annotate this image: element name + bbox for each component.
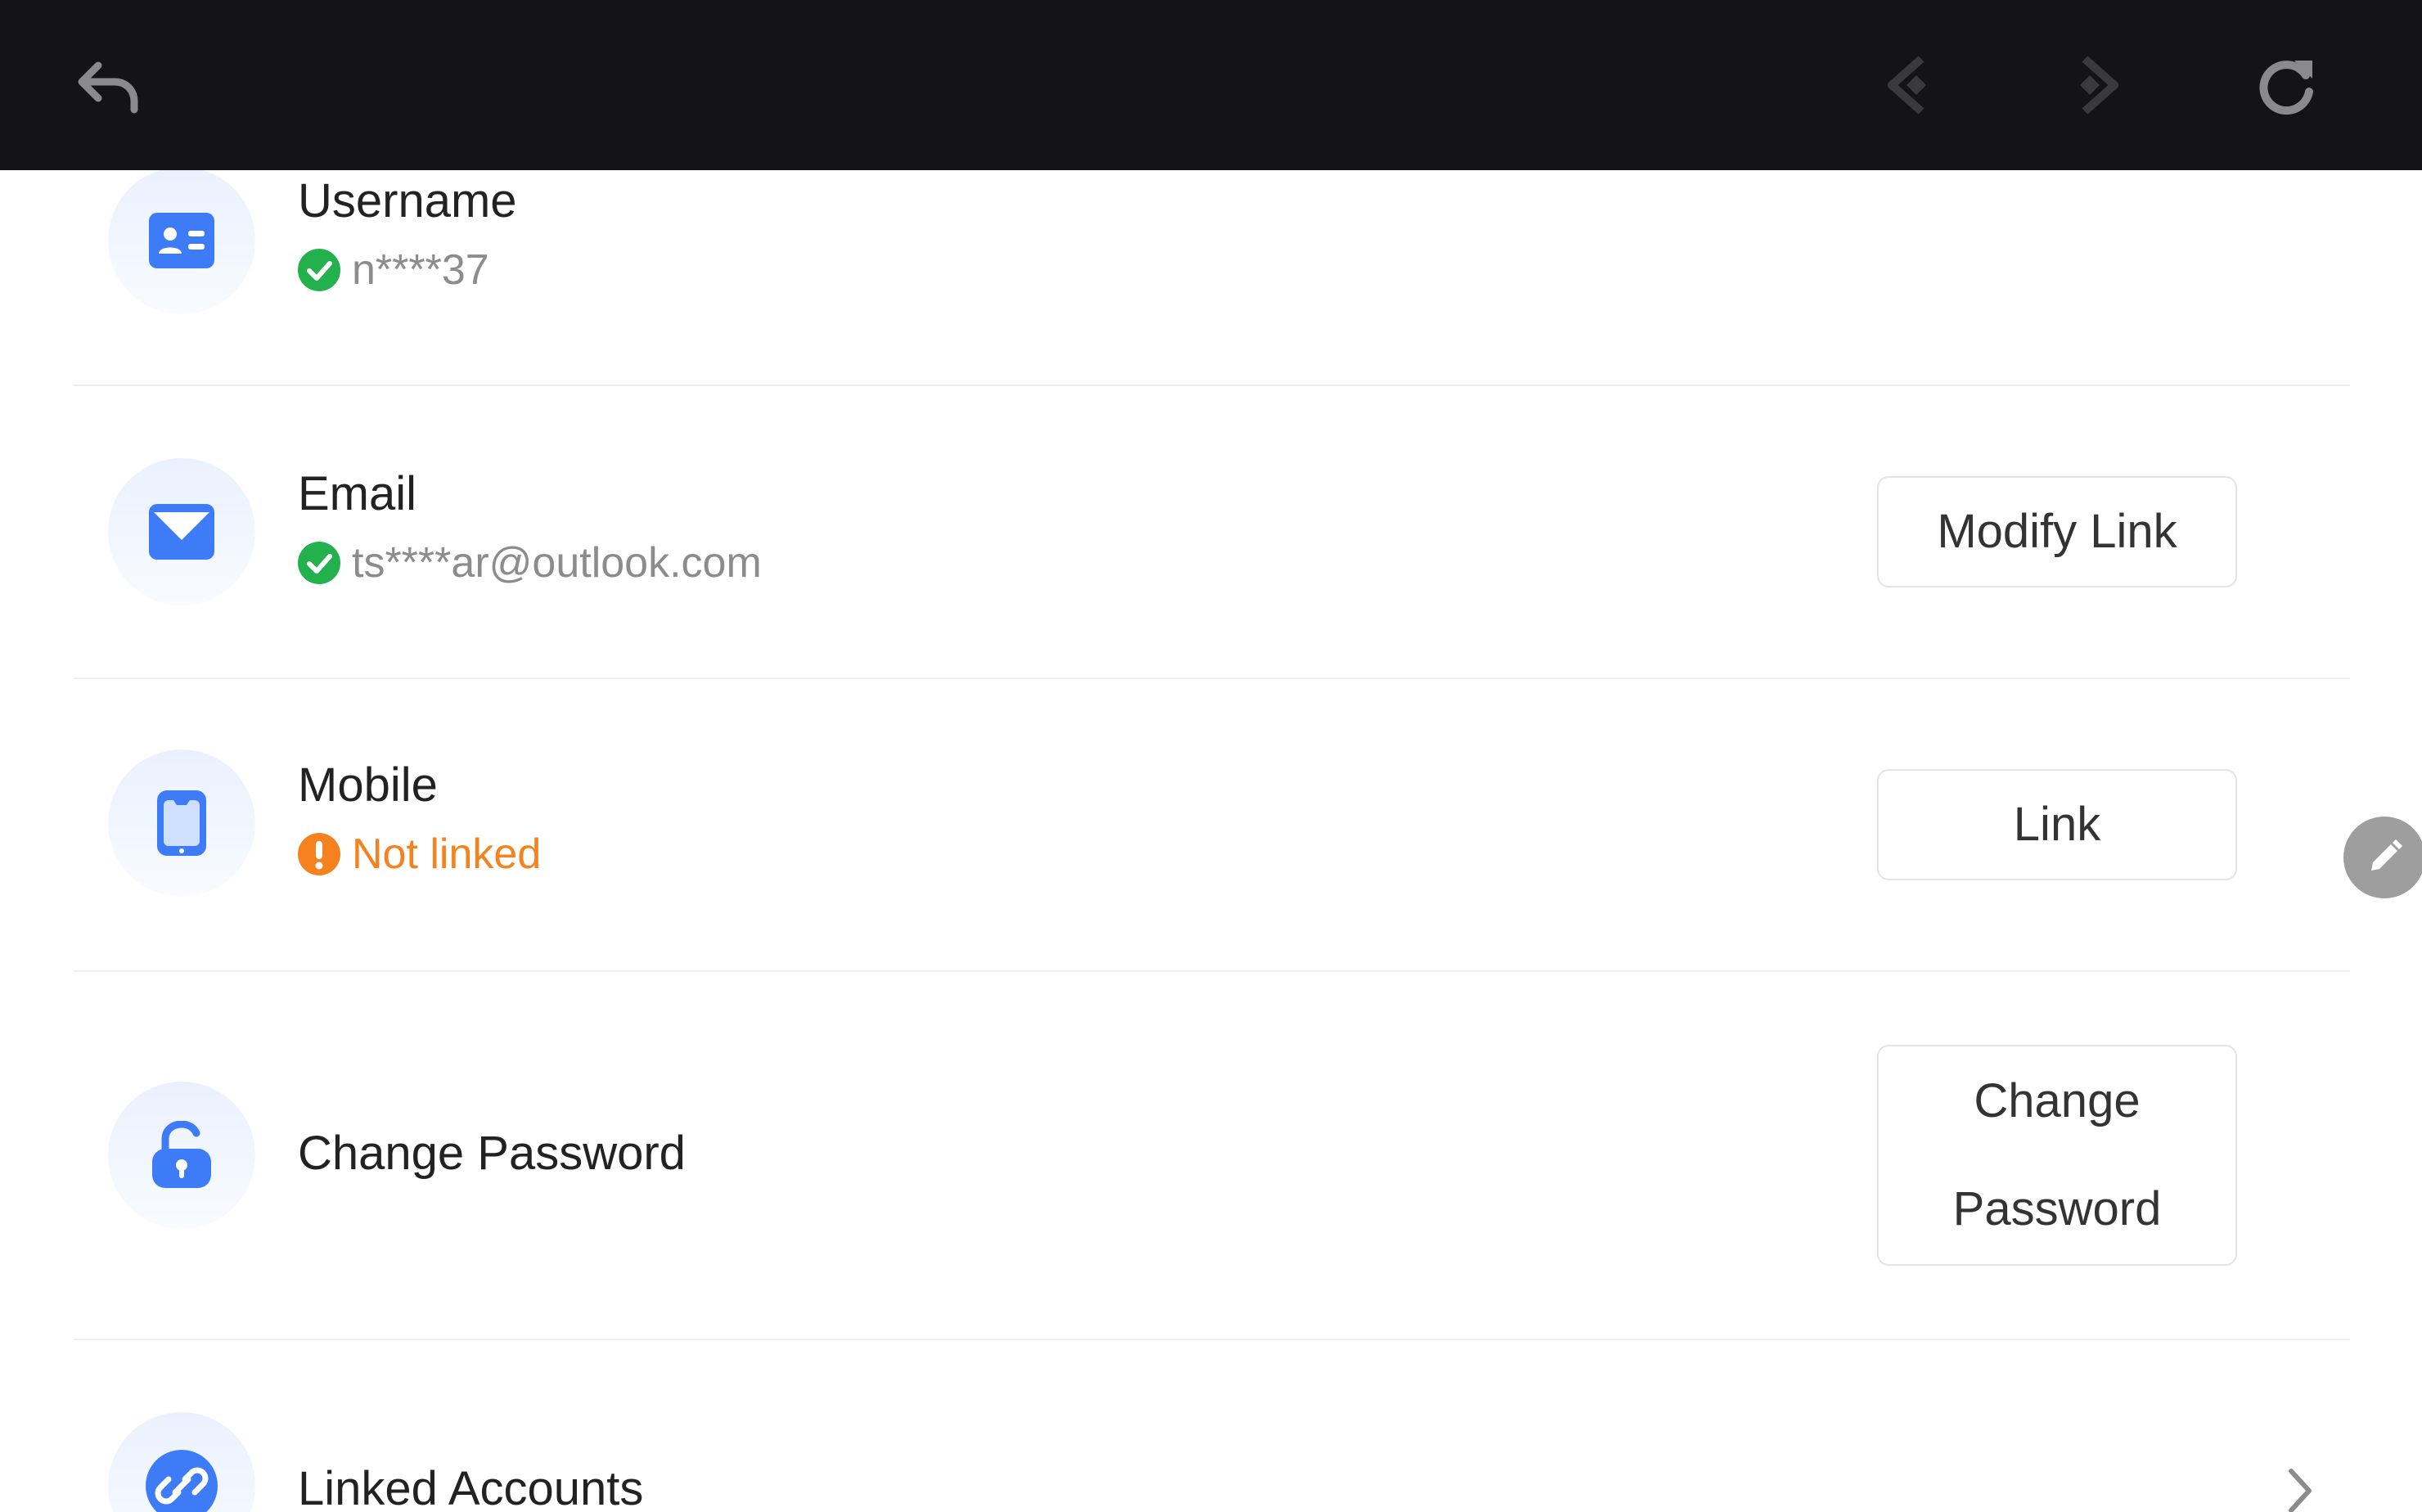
top-toolbar xyxy=(0,0,2422,170)
verified-check-icon xyxy=(298,249,340,291)
undo-arrow-icon[interactable] xyxy=(69,46,147,124)
email-label: Email xyxy=(298,467,417,520)
mobile-value-line: Not linked xyxy=(298,830,541,879)
navigate-back-icon[interactable] xyxy=(1871,46,1949,124)
username-value: n****37 xyxy=(352,246,489,294)
linked-accounts-row[interactable]: Linked Accounts xyxy=(74,1340,2350,1512)
warning-exclamation-icon xyxy=(298,833,340,875)
navigate-forward-icon[interactable] xyxy=(2057,46,2136,124)
lock-icon xyxy=(108,1082,255,1229)
envelope-icon xyxy=(108,458,255,605)
modify-link-button[interactable]: Modify Link xyxy=(1877,476,2237,587)
linked-accounts-label: Linked Accounts xyxy=(298,1462,644,1512)
link-icon xyxy=(108,1412,255,1512)
pencil-icon xyxy=(2371,839,2402,871)
id-card-icon xyxy=(108,170,255,314)
username-label: Username xyxy=(298,174,517,227)
account-security-list: Username n****37 Email ts****ar@outlook.… xyxy=(0,170,2422,1512)
change-password-button[interactable]: Change Password xyxy=(1877,1045,2237,1266)
mobile-label: Mobile xyxy=(298,758,438,812)
phone-icon xyxy=(108,749,255,897)
email-value: ts****ar@outlook.com xyxy=(352,539,762,587)
username-value-line: n****37 xyxy=(298,245,489,295)
username-row: Username n****37 xyxy=(74,170,2350,385)
mobile-value: Not linked xyxy=(352,830,542,878)
link-button[interactable]: Link xyxy=(1877,769,2237,880)
verified-check-icon xyxy=(298,542,340,584)
change-password-label: Change Password xyxy=(298,1127,686,1180)
refresh-icon[interactable] xyxy=(2247,46,2325,124)
chevron-right-icon[interactable] xyxy=(2276,1461,2322,1512)
edit-floating-button[interactable] xyxy=(2343,817,2422,898)
email-value-line: ts****ar@outlook.com xyxy=(298,538,762,587)
